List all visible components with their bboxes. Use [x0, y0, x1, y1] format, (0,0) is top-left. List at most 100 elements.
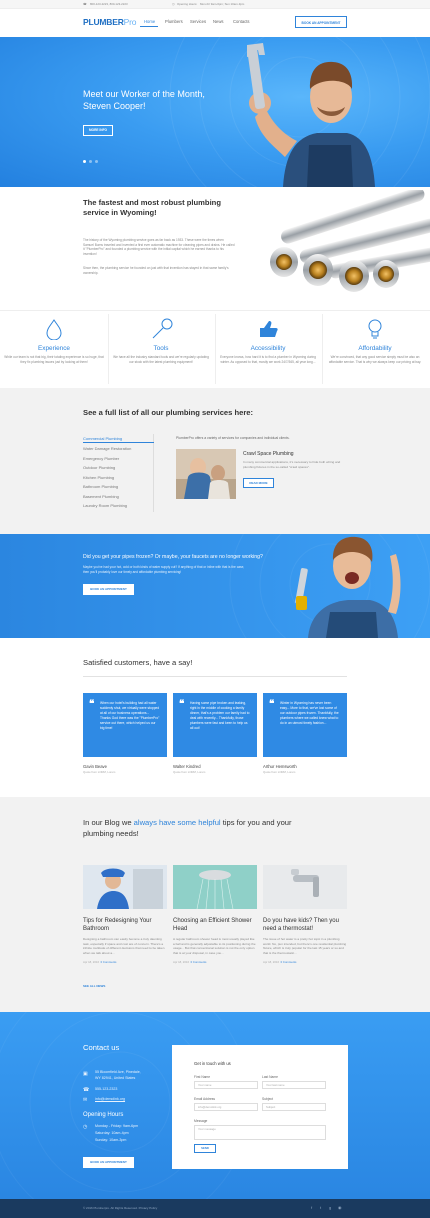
blog-title-accent: always have some helpful [133, 818, 221, 827]
footer: © 2016 Plumberpro. All Rights Reserved. … [0, 1199, 430, 1218]
send-button[interactable]: SEND [194, 1144, 216, 1153]
google-plus-icon[interactable]: g [329, 1205, 331, 1210]
service-item[interactable]: Bathroom Plumbing [83, 484, 118, 489]
testimonial-quote: Winter in Wyoming has never been easy...… [280, 701, 339, 725]
slider-dot[interactable] [95, 160, 98, 163]
see-all-news-link[interactable]: SEE ALL NEWS [83, 984, 105, 988]
service-item[interactable]: Laundry Room Plumbing [83, 503, 127, 508]
thumbs-up-icon [260, 321, 278, 337]
blog-post-comments[interactable]: 0 Comments [281, 960, 297, 964]
blog-post-image-faucet [263, 865, 347, 909]
service-item[interactable]: Outdoor Plumbing [83, 465, 115, 470]
nav-news[interactable]: News [213, 19, 223, 24]
blog-post-comments[interactable]: 0 Comments [101, 960, 117, 964]
feature-experience: Experience While our team is not that bi… [4, 316, 104, 388]
blog-post-meta: Apr 18, 2016 0 Comments [263, 960, 347, 964]
contact-book-button[interactable]: BOOK AN APPOINTMENT [83, 1157, 134, 1168]
slider-dot[interactable] [89, 160, 92, 163]
rss-icon[interactable]: ◉ [338, 1205, 342, 1210]
service-card-title: Crawl Space Plumbing [243, 451, 294, 457]
service-card-text: In many commercial applications, it's ne… [243, 460, 341, 469]
service-item[interactable]: Kitchen Plumbing [83, 475, 114, 480]
contact-phone[interactable]: 555-123-2323 [95, 1087, 117, 1092]
nav-contacts[interactable]: Contacts [233, 19, 250, 24]
logo[interactable]: PLUMBERPro [83, 17, 136, 27]
services-title: See a full list of all our plumbing serv… [83, 408, 254, 417]
crawl-space-plumbing-image [176, 449, 236, 499]
service-item[interactable]: Water Damage Restoration [83, 446, 131, 451]
service-item[interactable]: Basement Plumbing [83, 494, 119, 499]
wrench-icon [152, 318, 173, 339]
about-paragraph-1: The history of the Wyoming plumbing serv… [83, 238, 235, 256]
blog-post: Do you have kids? Then you need a thermo… [263, 865, 347, 964]
clock-icon: ◷ [172, 2, 175, 6]
first-name-input[interactable]: Your name [194, 1081, 258, 1089]
feature-text: We're convinced, that any good service s… [328, 355, 422, 364]
slider-dot-active[interactable] [83, 160, 86, 163]
last-name-label: Last Name [262, 1075, 278, 1079]
quote-icon: ❝ [269, 699, 275, 710]
blog-title: In our Blog we always have some helpful … [83, 817, 348, 839]
blog-post-title[interactable]: Tips for Redesigning Your Bathroom [83, 917, 167, 933]
feature-separator [108, 314, 109, 384]
subject-input[interactable]: Subject [262, 1103, 326, 1111]
message-textarea[interactable]: Your message [194, 1125, 326, 1140]
chrome-pipes-image [270, 190, 430, 292]
logo-accent: Pro [123, 17, 137, 27]
blog-title-post: tips for you and your [220, 818, 292, 827]
twitter-icon[interactable]: t [320, 1205, 321, 1210]
nav-services[interactable]: Services [190, 19, 206, 24]
read-more-button[interactable]: READ MORE [243, 478, 274, 488]
location-icon: ▣ [83, 1071, 88, 1077]
topbar-hours: Mon-Fri 9am-6pm; Sun 10am-3pm [200, 2, 245, 6]
last-name-input[interactable]: Your last name [262, 1081, 326, 1089]
blog-post-meta: Apr 18, 2016 0 Comments [173, 960, 257, 964]
blog-post-title[interactable]: Choosing an Efficient Shower Head [173, 917, 257, 933]
testimonials-divider [83, 676, 347, 677]
facebook-icon[interactable]: f [311, 1205, 312, 1210]
nav-plumbers[interactable]: Plumbers [165, 19, 183, 24]
frozen-book-button[interactable]: BOOK AN APPOINTMENT [83, 584, 134, 595]
blog-post-date: Apr 18, 2016 [173, 960, 190, 965]
contact-address-line2: WY 82941, United States [95, 1076, 136, 1080]
page: { "topbar": {"phone": "800-123-2223, 800… [0, 0, 430, 1218]
about-paragraph-2: Since then, the plumbing service he foun… [83, 266, 229, 275]
feature-separator [215, 314, 216, 384]
testimonial-card: ❝ Winter in Wyoming has never been easy.… [263, 693, 347, 757]
hero-title: Meet our Worker of the Month, Steven Coo… [83, 89, 205, 112]
topbar-phone[interactable]: 800-123-2223, 800-123-2223 [90, 2, 128, 6]
topbar-hours-label: Opening Hours: [177, 2, 198, 6]
blog-post-image-shower [173, 865, 257, 910]
email-label: Email Address [194, 1097, 216, 1101]
header-book-button[interactable]: BOOK AN APPOINTMENT [295, 16, 347, 28]
testimonial-quote: When our hotel's building had all water … [100, 701, 160, 730]
blog-post-meta: Apr 18, 2016 0 Comments [83, 960, 167, 964]
feature-tools: Tools We have all the industry standard … [111, 316, 211, 388]
contact-email[interactable]: info@demolink.org [95, 1097, 125, 1102]
phone-icon: ☎ [83, 1087, 90, 1093]
blog-post-comments[interactable]: 0 Comments [191, 960, 207, 964]
blog-post-image-plumber [83, 865, 167, 909]
phone-icon: ☎ [83, 2, 87, 6]
excited-plumber-image [295, 536, 401, 638]
hero-title-line2: Steven Cooper! [83, 100, 146, 111]
testimonial-role: Quote from LORM, Lorem [173, 770, 206, 774]
blog-post-title[interactable]: Do you have kids? Then you need a thermo… [263, 917, 347, 933]
email-input[interactable]: info@demolink.org [194, 1103, 258, 1111]
feature-text: While our team is not that big, their to… [4, 355, 104, 364]
feature-accessibility: Accessibility Everyone knows, how hard i… [218, 316, 318, 388]
blog-post-date: Apr 18, 2016 [263, 960, 280, 965]
hours-line3: Sunday: 10am-3pm [95, 1138, 127, 1142]
hero-title-line1: Meet our Worker of the Month, [83, 89, 205, 99]
blog-post-excerpt: The issue of hot water is a pretty hot t… [263, 937, 347, 955]
top-bar: ☎ 800-123-2223, 800-123-2223 ◷ Opening H… [0, 0, 430, 9]
nav-home[interactable]: Home [144, 19, 155, 24]
hero-more-info-button[interactable]: MORE INFO [83, 125, 113, 136]
mail-icon: ✉ [83, 1097, 88, 1103]
service-item-active[interactable]: Commercial Plumbing [83, 436, 122, 441]
first-name-label: First Name [194, 1075, 211, 1079]
service-item[interactable]: Emergency Plumber [83, 456, 119, 461]
testimonial-name: Arthur Hemsworth [263, 764, 297, 769]
water-drop-icon [46, 319, 62, 341]
message-label: Message [194, 1119, 208, 1123]
